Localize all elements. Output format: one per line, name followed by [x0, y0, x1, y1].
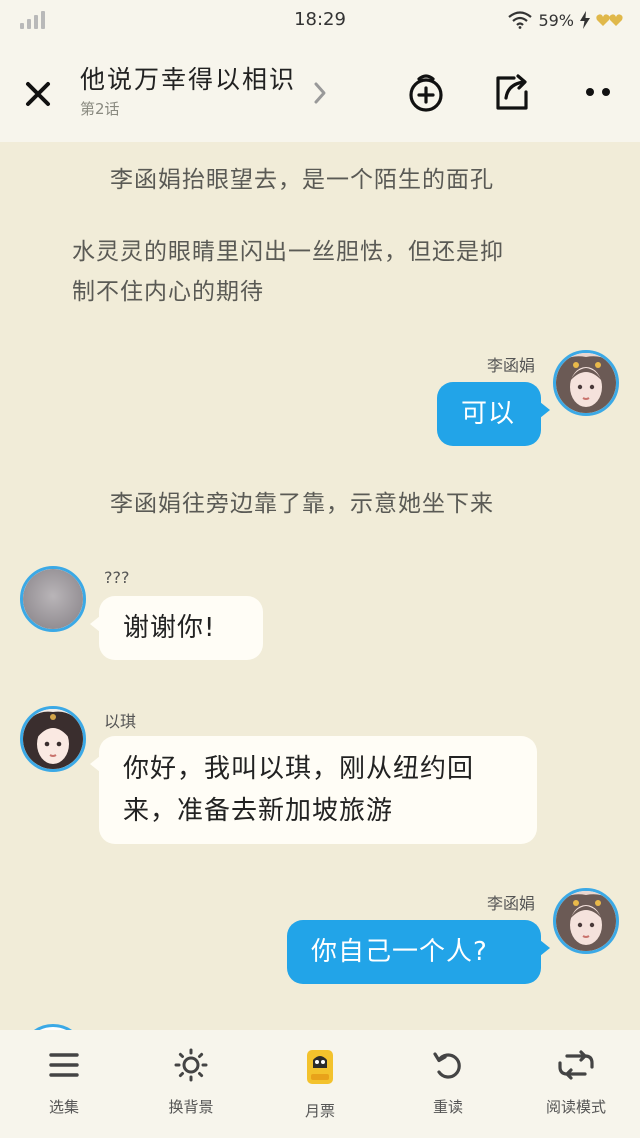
narration-line: 李函娟抬眼望去，是一个陌生的面孔	[110, 167, 494, 193]
share-icon[interactable]	[490, 70, 534, 114]
avatar-lihanjuan[interactable]	[553, 350, 619, 416]
avatar-lihanjuan[interactable]	[553, 888, 619, 954]
tab-change-background[interactable]: 换背景	[141, 1048, 241, 1128]
story-chat-area[interactable]: 李函娟抬眼望去，是一个陌生的面孔 水灵灵的眼睛里闪出一丝胆怯，但还是抑 制不住内…	[0, 142, 640, 1030]
speaker-name: 李函娟	[486, 356, 535, 375]
status-bar: 18:29 59%	[0, 0, 640, 40]
reader-header: 他说万幸得以相识 第2话	[0, 40, 640, 142]
reread-icon	[433, 1052, 461, 1079]
battery-percent: 59%	[538, 10, 574, 30]
chat-bubble-right: 可以	[437, 382, 550, 446]
charging-icon	[580, 11, 590, 29]
tab-label: 月票	[304, 1102, 335, 1120]
menu-icon	[49, 1053, 79, 1077]
avatar-unknown[interactable]	[20, 566, 86, 632]
chat-bubble-right: 你自己一个人?	[287, 920, 550, 984]
add-favorite-icon[interactable]	[404, 70, 448, 114]
chevron-right-icon[interactable]	[310, 80, 330, 106]
avatar-yiqi[interactable]	[20, 706, 86, 772]
speaker-name: 李函娟	[486, 894, 535, 913]
close-icon[interactable]	[18, 74, 58, 114]
monthly-ticket-icon	[307, 1050, 333, 1084]
wifi-icon	[508, 11, 533, 29]
tab-episodes[interactable]: 选集	[14, 1048, 114, 1128]
chat-bubble-left: 谢谢你!	[90, 596, 263, 660]
hearts-icon	[596, 14, 623, 26]
episode-label: 第2话	[80, 100, 120, 118]
tab-label: 阅读模式	[545, 1098, 606, 1116]
narration-line: 李函娟往旁边靠了靠，示意她坐下来	[110, 491, 494, 517]
story-title[interactable]: 他说万幸得以相识	[80, 60, 296, 96]
read-mode-icon	[558, 1050, 594, 1080]
tab-monthly-ticket[interactable]: 月票	[270, 1048, 370, 1128]
narration-line: 水灵灵的眼睛里闪出一丝胆怯，但还是抑 制不住内心的期待	[72, 239, 504, 305]
bottom-toolbar: 选集 换背景 月票 重读 阅读模式	[0, 1030, 640, 1138]
speaker-name: 以琪	[104, 712, 137, 731]
chat-bubble-left: 你好，我叫以琪，刚从纽约回 来，准备去新加坡旅游	[90, 736, 537, 844]
tab-label: 换背景	[168, 1098, 214, 1116]
tab-read-mode[interactable]: 阅读模式	[526, 1048, 626, 1128]
tab-label: 选集	[48, 1098, 79, 1116]
sun-icon	[174, 1048, 208, 1082]
tab-label: 重读	[432, 1098, 463, 1116]
speaker-name: ???	[104, 568, 130, 587]
tab-reread[interactable]: 重读	[398, 1048, 498, 1128]
more-options-icon[interactable]	[576, 70, 620, 114]
